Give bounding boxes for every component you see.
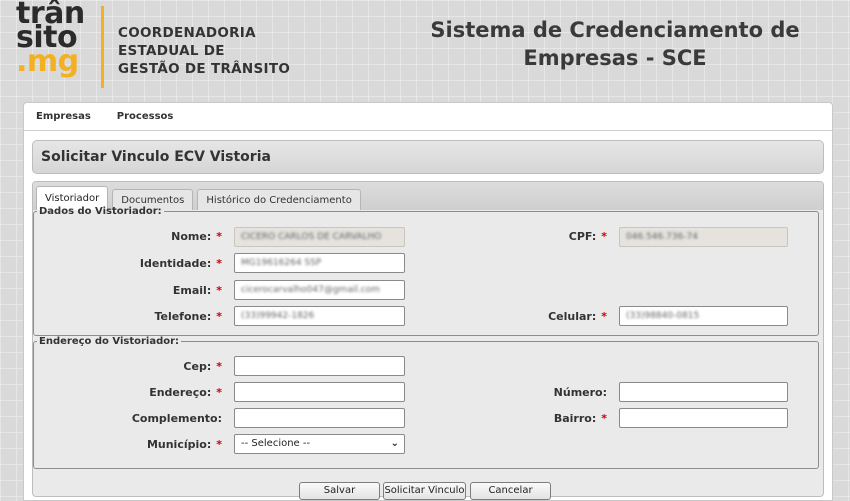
logo-divider — [101, 6, 104, 88]
cpf-value: 046.546.736-74 — [626, 232, 698, 242]
municipio-selected: -- Selecione -- — [241, 438, 311, 449]
cep-label-text: Cep: — [183, 360, 212, 373]
telefone-label-text: Telefone: — [154, 310, 212, 323]
celular-label-text: Celular: — [548, 310, 597, 323]
numero-field[interactable] — [619, 382, 788, 402]
email-field[interactable]: cicerocarvalho047@gmail.com — [234, 280, 405, 300]
required-mark: * — [601, 230, 607, 243]
required-mark: * — [601, 412, 607, 425]
required-mark: * — [216, 257, 222, 270]
celular-value: (33)98840-0815 — [626, 311, 700, 321]
dados-vistoriador-legend: Dados do Vistoriador: — [39, 206, 162, 217]
save-button[interactable]: Salvar — [299, 482, 380, 500]
bairro-label-text: Bairro: — [553, 412, 597, 425]
celular-field[interactable]: (33)98840-0815 — [619, 306, 788, 326]
cpf-label: CPF: * — [569, 230, 607, 243]
org-line-3: GESTÃO DE TRÂNSITO — [118, 61, 291, 77]
menu-item-processos[interactable]: Processos — [117, 111, 174, 122]
organization-name: COORDENADORIA ESTADUAL DE GESTÃO DE TRÂN… — [118, 24, 290, 78]
complemento-field[interactable] — [234, 408, 405, 428]
nome-field[interactable]: CICERO CARLOS DE CARVALHO — [234, 227, 405, 247]
chevron-down-icon: ⌄ — [390, 438, 399, 449]
email-value: cicerocarvalho047@gmail.com — [241, 285, 380, 295]
system-title-line-2: Empresas - SCE — [523, 46, 707, 70]
cpf-field[interactable]: 046.546.736-74 — [619, 227, 788, 247]
telefone-label: Telefone: * — [154, 310, 222, 323]
request-link-button[interactable]: Solicitar Vinculo — [383, 482, 466, 500]
cancel-button[interactable]: Cancelar — [470, 482, 551, 500]
numero-label: Número: — [554, 386, 607, 399]
nome-label: Nome: * — [171, 230, 222, 243]
nome-value: CICERO CARLOS DE CARVALHO — [241, 232, 382, 242]
endereco-label: Endereço: * — [149, 386, 222, 399]
municipio-label: Município: * — [147, 438, 222, 451]
system-title-line-1: Sistema de Credenciamento de — [430, 18, 800, 42]
municipio-select[interactable]: -- Selecione -- ⌄ — [234, 434, 405, 454]
menu-bar: Empresas Processos — [24, 103, 832, 131]
cep-label: Cep: * — [183, 360, 222, 373]
system-title: Sistema de Credenciamento de Empresas - … — [420, 16, 810, 72]
required-mark: * — [216, 230, 222, 243]
endereco-vistoriador-legend: Endereço do Vistoriador: — [39, 336, 180, 347]
required-mark: * — [601, 310, 607, 323]
required-mark: * — [216, 360, 222, 373]
org-line-1: COORDENADORIA — [118, 25, 256, 41]
page-title: Solicitar Vinculo ECV Vistoria — [41, 149, 271, 165]
email-label-text: Email: — [172, 284, 212, 297]
email-label: Email: * — [173, 284, 222, 297]
endereco-field[interactable] — [234, 382, 405, 402]
page-title-bar: Solicitar Vinculo ECV Vistoria — [32, 140, 824, 174]
cep-field[interactable] — [234, 356, 405, 376]
complemento-label: Complemento: — [132, 412, 222, 425]
required-mark: * — [216, 310, 222, 323]
identidade-label: Identidade: * — [140, 257, 222, 270]
endereco-label-text: Endereço: — [149, 386, 212, 399]
transito-mg-logo: trân sito .mg — [16, 0, 85, 79]
required-mark: * — [216, 386, 222, 399]
header: trân sito .mg COORDENADORIA ESTADUAL DE … — [0, 0, 850, 100]
identidade-value: MG19616264 SSP — [241, 258, 322, 268]
numero-label-text: Número: — [553, 386, 607, 399]
complemento-label-text: Complemento: — [131, 412, 222, 425]
identidade-label-text: Identidade: — [139, 257, 212, 270]
municipio-label-text: Município: — [146, 438, 212, 451]
menu-item-empresas[interactable]: Empresas — [36, 111, 91, 122]
telefone-field[interactable]: (33)99942-1826 — [234, 306, 405, 326]
required-mark: * — [216, 284, 222, 297]
bairro-label: Bairro: * — [554, 412, 607, 425]
org-line-2: ESTADUAL DE — [118, 43, 225, 59]
identidade-field[interactable]: MG19616264 SSP — [234, 253, 405, 273]
required-mark: * — [216, 438, 222, 451]
cpf-label-text: CPF: — [568, 230, 597, 243]
bairro-field[interactable] — [619, 408, 788, 428]
telefone-value: (33)99942-1826 — [241, 311, 315, 321]
logo-line-3: .mg — [16, 44, 79, 79]
celular-label: Celular: * — [548, 310, 607, 323]
nome-label-text: Nome: — [171, 230, 212, 243]
